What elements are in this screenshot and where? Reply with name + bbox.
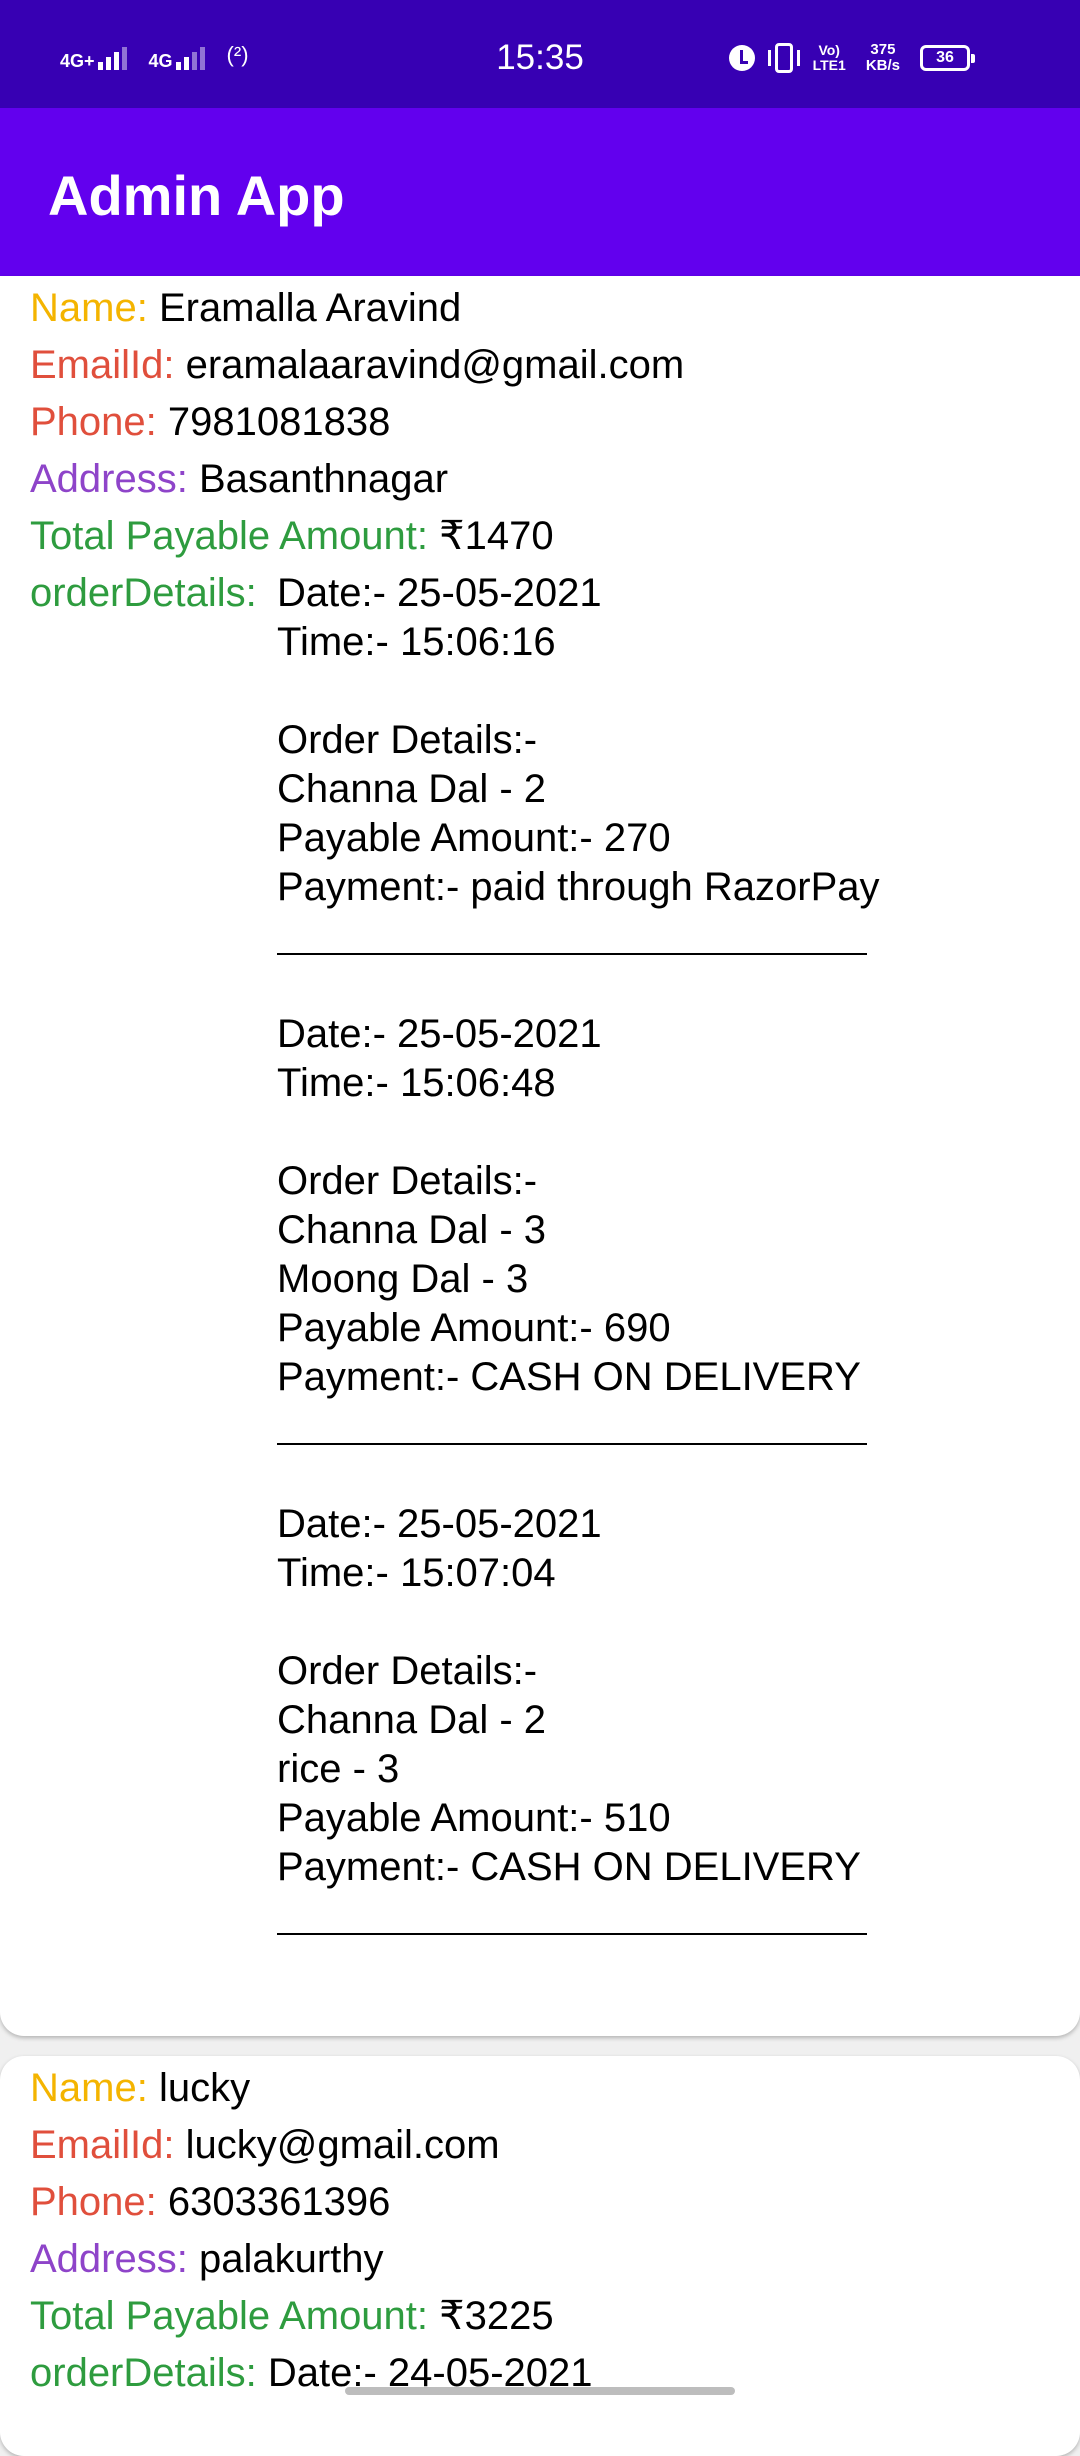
email-label: EmailId: bbox=[30, 2123, 186, 2167]
email-value: lucky@gmail.com bbox=[185, 2123, 500, 2167]
address-value: Basanthnagar bbox=[198, 457, 449, 501]
address-label: Address: bbox=[30, 457, 199, 501]
user-card[interactable]: Name: Eramalla Aravind EmailId: eramalaa… bbox=[0, 276, 1080, 2036]
total-label: Total Payable Amount: bbox=[30, 514, 440, 558]
phone-value: 6303361396 bbox=[167, 2180, 391, 2224]
address-row: Address: Basanthnagar bbox=[30, 451, 448, 508]
order-separator bbox=[277, 912, 867, 961]
name-label: Name: bbox=[30, 286, 159, 330]
phone-row: Phone: 6303361396 bbox=[30, 2174, 390, 2231]
order-time: Time:- 15:06:48 bbox=[277, 1061, 556, 1105]
order-separator bbox=[277, 1402, 867, 1451]
order-payable: Payable Amount:- 690 bbox=[277, 1306, 671, 1350]
speed-value: 375 bbox=[870, 41, 896, 58]
battery-icon: 36 bbox=[920, 45, 975, 71]
status-bar: 4G+ 4G (²) 15:35 Vo) LTE1 375 KB/s 36 bbox=[0, 0, 1080, 108]
address-row: Address: palakurthy bbox=[30, 2231, 384, 2288]
order-header: Order Details:- bbox=[277, 1649, 538, 1693]
order-date: Date:- 25-05-2021 bbox=[277, 1012, 602, 1056]
app-title: Admin App bbox=[48, 164, 345, 227]
total-value: ₹3225 bbox=[439, 2294, 554, 2338]
vibrate-icon bbox=[767, 43, 800, 73]
email-value: eramalaaravind@gmail.com bbox=[185, 343, 685, 387]
address-value: palakurthy bbox=[198, 2237, 384, 2281]
volte-line2: LTE1 bbox=[812, 57, 846, 73]
total-row: Total Payable Amount: ₹3225 bbox=[30, 2288, 554, 2345]
order-payment: Payment:- paid through RazorPay bbox=[277, 865, 880, 909]
name-row: Name: Eramalla Aravind bbox=[30, 280, 461, 337]
phone-row: Phone: 7981081838 bbox=[30, 394, 390, 451]
name-label: Name: bbox=[30, 2066, 159, 2110]
order-payable: Payable Amount:- 270 bbox=[277, 816, 671, 860]
name-value: Eramalla Aravind bbox=[158, 286, 462, 330]
user-card[interactable]: Name: lucky EmailId: lucky@gmail.com Pho… bbox=[0, 2056, 1080, 2456]
total-label: Total Payable Amount: bbox=[30, 2294, 440, 2338]
phone-label: Phone: bbox=[30, 400, 168, 444]
total-value: ₹1470 bbox=[439, 514, 554, 558]
order-item: Moong Dal - 3 bbox=[277, 1257, 529, 1301]
order-header: Order Details:- bbox=[277, 718, 538, 762]
order-date: Date:- 25-05-2021 bbox=[277, 1502, 602, 1546]
phone-value: 7981081838 bbox=[167, 400, 391, 444]
speed-unit: KB/s bbox=[865, 57, 900, 74]
alarm-icon bbox=[728, 45, 755, 71]
order-item: Channa Dal - 2 bbox=[277, 767, 547, 811]
order-payment: Payment:- CASH ON DELIVERY bbox=[277, 1845, 861, 1889]
volte-icon: Vo) LTE1 bbox=[813, 43, 846, 73]
email-row: EmailId: lucky@gmail.com bbox=[30, 2117, 500, 2174]
volte-line1: Vo) bbox=[818, 42, 840, 58]
email-label: EmailId: bbox=[30, 343, 186, 387]
order-header: Order Details:- bbox=[277, 1159, 538, 1203]
order-date: Date:- 25-05-2021 bbox=[277, 571, 602, 615]
order-payment: Payment:- CASH ON DELIVERY bbox=[277, 1355, 861, 1399]
name-row: Name: lucky bbox=[30, 2060, 250, 2117]
total-row: Total Payable Amount: ₹1470 bbox=[30, 508, 554, 565]
name-value: lucky bbox=[158, 2066, 251, 2110]
email-row: EmailId: eramalaaravind@gmail.com bbox=[30, 337, 684, 394]
status-right-icons: Vo) LTE1 375 KB/s 36 bbox=[728, 42, 975, 74]
order-time: Time:- 15:06:16 bbox=[277, 620, 556, 664]
order-details-label: orderDetails: bbox=[30, 2351, 268, 2395]
phone-label: Phone: bbox=[30, 2180, 168, 2224]
navigation-handle[interactable] bbox=[345, 2387, 735, 2395]
order-details-list: Date:- 25-05-2021 Time:- 15:06:16 Order … bbox=[277, 569, 880, 1941]
network-speed: 375 KB/s bbox=[866, 42, 900, 74]
order-item: Channa Dal - 2 bbox=[277, 1698, 547, 1742]
address-label: Address: bbox=[30, 2237, 199, 2281]
order-item: Channa Dal - 3 bbox=[277, 1208, 547, 1252]
app-bar: Admin App bbox=[0, 108, 1080, 276]
order-item: rice - 3 bbox=[277, 1747, 400, 1791]
order-time: Time:- 15:07:04 bbox=[277, 1551, 556, 1595]
order-details-row: orderDetails: bbox=[30, 565, 257, 622]
order-separator bbox=[277, 1892, 867, 1941]
order-details-label: orderDetails: bbox=[30, 571, 257, 615]
order-payable: Payable Amount:- 510 bbox=[277, 1796, 671, 1840]
